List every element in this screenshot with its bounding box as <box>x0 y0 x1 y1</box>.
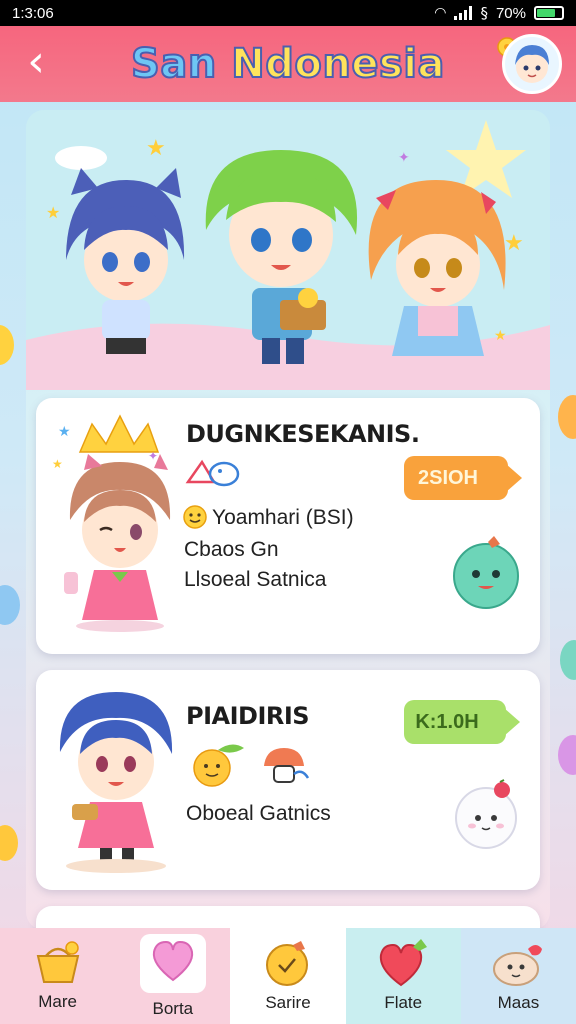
app-title: San Ndonesia <box>130 40 445 88</box>
item-card[interactable]: PIAIDIRIS Oboeal Gatnics K:1.0H <box>36 670 540 890</box>
card-line-1: Yoamhari (BSI) <box>212 506 354 529</box>
svg-text:★: ★ <box>146 136 166 161</box>
status-time: 1:3:06 <box>12 4 54 22</box>
avatar-face-icon <box>515 45 549 83</box>
mushroom-icon <box>264 748 310 783</box>
side-decoration <box>0 325 14 365</box>
fruit-icon <box>266 941 308 986</box>
nav-item-maas[interactable]: Maas <box>460 928 576 1024</box>
side-decoration <box>558 395 576 439</box>
battery-percent: 70% <box>495 4 526 22</box>
orange-fruit-icon <box>193 744 244 787</box>
rice-ball-icon <box>455 779 517 849</box>
heart-icon <box>152 940 193 981</box>
svg-text:★: ★ <box>46 203 60 222</box>
card-title: PIAIDIRIS <box>186 702 310 730</box>
bun-icon <box>493 945 543 986</box>
card-character-illustration: ★ ★ ✦ <box>52 414 171 632</box>
mascot-blob-icon <box>453 536 519 609</box>
app-header: ‹ San Ndonesia <box>0 26 576 102</box>
card-line-2: Cbaos Gn <box>184 538 279 561</box>
smiley-icon <box>183 505 207 529</box>
battery-icon <box>534 6 564 20</box>
svg-text:★: ★ <box>494 328 507 344</box>
svg-text:✦: ✦ <box>148 449 158 463</box>
svg-text:★: ★ <box>504 231 524 256</box>
nav-item-flate[interactable]: Flate <box>345 928 461 1024</box>
strawberry-icon <box>380 939 428 987</box>
basket-icon <box>36 941 79 983</box>
hero-banner: ★ ★ ★ ✦ ★ <box>26 110 550 390</box>
nav-item-mare[interactable]: Mare <box>0 928 116 1024</box>
wifi-icon: ◠ <box>434 5 447 21</box>
svg-text:★: ★ <box>52 457 63 471</box>
item-card[interactable]: ★ ★ ✦ DUGNKESEKANIS. Yoamhari (BSI) Cbao… <box>36 398 540 654</box>
status-bar: 1:3:06 ◠ § 70% <box>0 0 576 26</box>
nav-item-borta[interactable]: Borta <box>115 928 231 1024</box>
user-avatar[interactable] <box>502 34 562 94</box>
card-line-1: Oboeal Gatnics <box>186 802 331 825</box>
card-title: DUGNKESEKANIS. <box>186 420 420 448</box>
hero-characters-illustration: ★ ★ ★ ✦ ★ <box>26 110 550 390</box>
side-decoration <box>560 640 576 680</box>
bottom-nav: Mare Borta Sarire Flate Maas <box>0 928 576 1024</box>
price-tag[interactable]: K:1.0H <box>404 700 520 744</box>
ingredient-icons <box>185 459 240 487</box>
side-decoration <box>0 585 20 625</box>
nav-item-sarire[interactable]: Sarire <box>230 928 346 1024</box>
side-decoration <box>0 825 18 861</box>
sync-icon: § <box>480 4 488 22</box>
card-character-illustration <box>59 692 173 873</box>
svg-text:★: ★ <box>58 424 71 440</box>
back-button[interactable]: ‹ <box>16 40 56 86</box>
side-decoration <box>558 735 576 775</box>
signal-icon <box>454 6 473 20</box>
svg-text:✦: ✦ <box>398 150 410 166</box>
price-tag[interactable]: 2SIOH <box>404 456 522 500</box>
card-line-3: Llsoeal Satnica <box>184 568 327 591</box>
